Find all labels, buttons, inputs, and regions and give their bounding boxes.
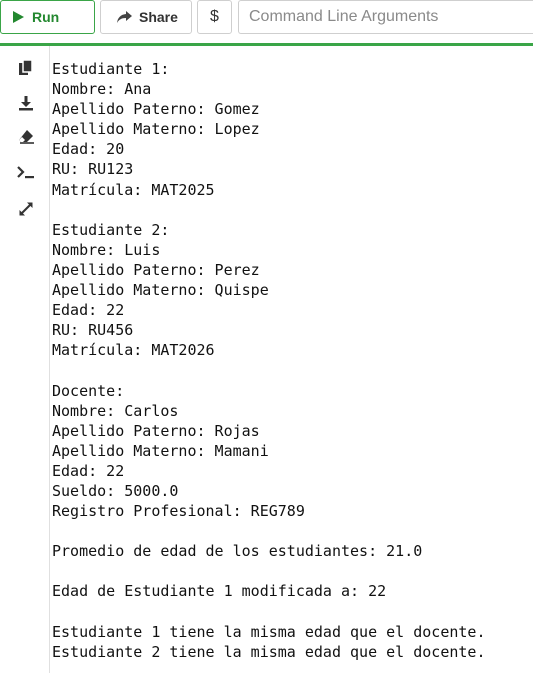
eraser-icon	[18, 129, 35, 149]
output-line: RU: RU456	[52, 321, 134, 340]
program-output: Estudiante 1: Nombre: Ana Apellido Paterno…	[52, 59, 533, 662]
copy-icon	[18, 58, 34, 82]
clear-output-button[interactable]	[13, 126, 39, 152]
run-button-label: Run	[32, 9, 60, 25]
stdin-button[interactable]: $	[197, 0, 232, 34]
online-compiler-page: Run Share $ Command Line Arguments Estud…	[0, 0, 533, 673]
run-button[interactable]: Run	[0, 0, 95, 34]
output-line: Apellido Materno: Quispe	[52, 281, 269, 300]
output-line: Registro Profesional: REG789	[52, 502, 305, 521]
dollar-icon: $	[210, 8, 219, 25]
output-line: Apellido Materno: Lopez	[52, 120, 260, 139]
output-line: Matrícula: MAT2026	[52, 341, 215, 360]
output-line: Apellido Paterno: Perez	[52, 260, 260, 279]
download-output-button[interactable]	[13, 92, 39, 118]
play-icon	[11, 10, 25, 24]
share-button-label: Share	[139, 9, 178, 25]
copy-output-button[interactable]	[13, 57, 39, 83]
output-line: Estudiante 1 tiene la misma edad que el …	[52, 622, 486, 641]
output-line: Edad de Estudiante 1 modificada a: 22	[52, 582, 387, 601]
output-line: Nombre: Carlos	[52, 401, 179, 420]
output-line: Apellido Materno: Mamani	[52, 441, 269, 460]
share-button[interactable]: Share	[100, 0, 192, 34]
output-line: Promedio de edad de los estudiantes: 21.…	[52, 542, 423, 561]
output-line: Sueldo: 5000.0	[52, 481, 179, 500]
download-icon	[18, 95, 34, 116]
output-line: Nombre: Ana	[52, 80, 152, 99]
output-line: Estudiante 2:	[52, 220, 170, 239]
output-line: Matrícula: MAT2025	[52, 180, 215, 199]
share-icon	[116, 10, 133, 24]
output-line: Edad: 22	[52, 301, 125, 320]
expand-icon	[18, 201, 34, 222]
output-line: Estudiante 1:	[52, 60, 170, 78]
output-line: Apellido Paterno: Rojas	[52, 421, 260, 440]
terminal-icon	[17, 165, 35, 184]
top-toolbar: Run Share $	[0, 0, 533, 38]
command-line-arguments-input[interactable]	[238, 0, 533, 34]
terminal-button[interactable]	[13, 161, 39, 187]
output-line: Edad: 22	[52, 461, 125, 480]
output-line: Docente:	[52, 381, 125, 400]
expand-button[interactable]	[13, 198, 39, 224]
output-line: Apellido Paterno: Gomez	[52, 100, 260, 119]
output-line: Edad: 20	[52, 140, 125, 159]
console-side-toolbar	[0, 46, 50, 673]
output-line: Nombre: Luis	[52, 240, 161, 259]
output-line: Estudiante 2 tiene la misma edad que el …	[52, 642, 486, 661]
output-line: RU: RU123	[52, 160, 134, 179]
output-console: Estudiante 1: Nombre: Ana Apellido Paterno…	[0, 43, 533, 673]
